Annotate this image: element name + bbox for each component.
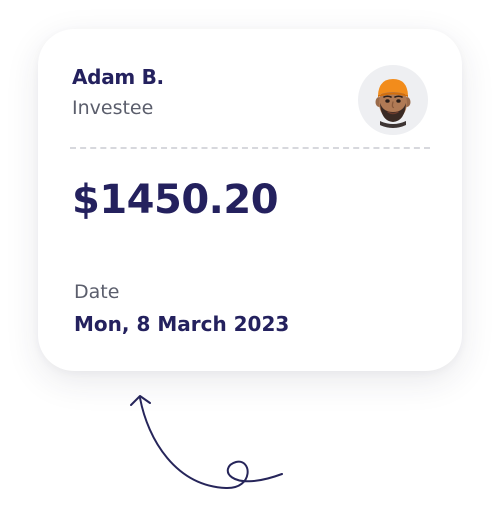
investee-name: Adam B. xyxy=(72,65,164,89)
memoji-avatar-icon xyxy=(375,79,411,128)
investee-role: Investee xyxy=(72,97,154,119)
amount-value: $1450.20 xyxy=(72,177,279,223)
dashed-divider xyxy=(70,147,430,149)
date-value: Mon, 8 March 2023 xyxy=(74,312,290,336)
date-label: Date xyxy=(74,281,120,303)
investment-card: Adam B. Investee $1450.20 Date Mon, 8 Ma… xyxy=(38,29,462,371)
avatar xyxy=(358,65,428,135)
